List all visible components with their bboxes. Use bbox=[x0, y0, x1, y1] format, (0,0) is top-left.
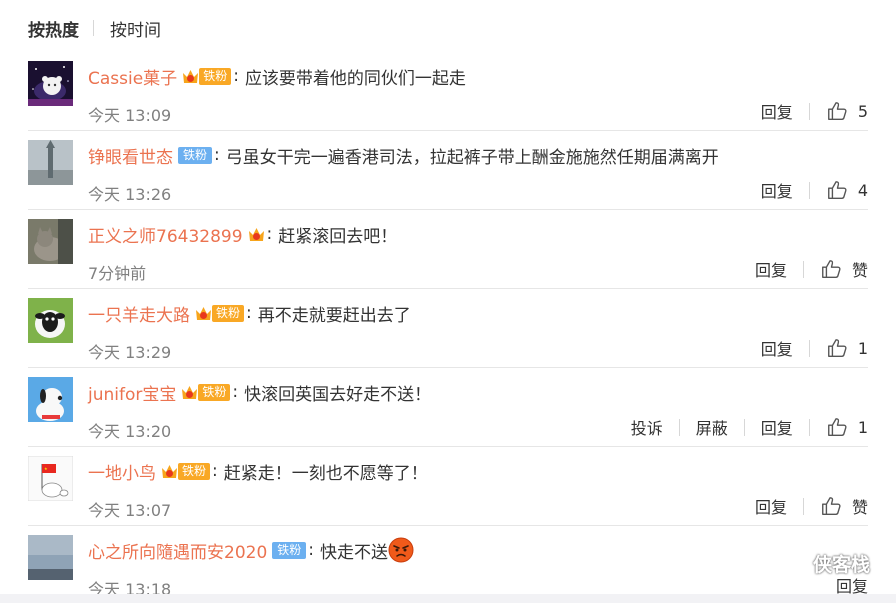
comment-text: 快滚回英国去好走不送！ bbox=[244, 384, 432, 405]
fan-badge: 铁粉 bbox=[178, 146, 213, 164]
thumbs-up-icon bbox=[827, 339, 847, 357]
fan-badge: 铁粉 bbox=[198, 383, 231, 401]
thumbs-up-icon bbox=[822, 260, 841, 278]
action-divider bbox=[678, 418, 680, 436]
comment-item: junifor宝宝 铁粉 : 快滚回英国去好走不送！ 今天 13:20 投诉 屏… bbox=[0, 368, 896, 447]
avatar[interactable]: ★ bbox=[28, 456, 73, 501]
like-count: 5 bbox=[857, 101, 868, 121]
comment-item: ★ 一地小鸟 铁粉 : 赶紧走！一刻也不愿等了！ 今天 13:07 回复 赞 bbox=[0, 447, 896, 526]
like-button[interactable]: 1 bbox=[826, 416, 868, 438]
comment-text: 再不走就要赶出去了 bbox=[257, 305, 411, 326]
user-badges: 铁粉 bbox=[178, 146, 213, 165]
reply-button[interactable]: 回复 bbox=[761, 99, 793, 123]
fan-badge: 铁粉 bbox=[212, 304, 245, 322]
thumbs-up-icon bbox=[822, 497, 841, 515]
action-divider bbox=[808, 102, 810, 120]
like-button[interactable]: 赞 bbox=[820, 494, 868, 518]
user-badges: 铁粉 bbox=[181, 383, 231, 402]
comment-item: 正义之师76432899 : 赶紧滚回去吧！ 7分钟前 回复 赞 bbox=[0, 210, 896, 289]
thumbs-up-icon bbox=[827, 102, 847, 120]
tab-by-time[interactable]: 按时间 bbox=[110, 16, 161, 41]
comment-time: 今天 13:07 bbox=[88, 501, 172, 520]
reply-button[interactable]: 回复 bbox=[761, 178, 793, 202]
sort-tabs: 按热度 按时间 bbox=[28, 15, 161, 41]
crown-icon bbox=[182, 385, 198, 399]
avatar[interactable] bbox=[28, 140, 73, 185]
avatar[interactable] bbox=[28, 298, 73, 343]
comment-username[interactable]: 一只羊走大路 bbox=[88, 301, 190, 326]
user-badges: 铁粉 bbox=[161, 462, 211, 481]
tab-divider bbox=[93, 20, 94, 36]
comment-text: 赶紧滚回去吧！ bbox=[278, 226, 398, 247]
action-divider bbox=[802, 260, 804, 278]
comment-time: 7分钟前 bbox=[88, 264, 147, 283]
comment-username[interactable]: Cassie菓子 bbox=[88, 64, 177, 89]
avatar[interactable] bbox=[28, 61, 73, 106]
comment-text: 弓虽女干完一遍香港司法，拉起裤子带上酬金施施然任期届满离开 bbox=[225, 147, 719, 168]
user-badges bbox=[248, 225, 265, 244]
comment-username[interactable]: 正义之师76432899 bbox=[88, 222, 243, 247]
like-count: 赞 bbox=[851, 498, 868, 517]
comment-username[interactable]: 心之所向隨遇而安2020 bbox=[88, 538, 267, 563]
comment-username[interactable]: 铮眼看世态 bbox=[88, 143, 173, 168]
like-button[interactable]: 1 bbox=[826, 337, 868, 359]
block-button[interactable]: 屏蔽 bbox=[696, 415, 728, 439]
action-divider bbox=[808, 339, 810, 357]
comment-time: 今天 13:09 bbox=[88, 106, 172, 125]
fan-badge: 铁粉 bbox=[199, 67, 232, 85]
like-button[interactable]: 4 bbox=[826, 179, 868, 201]
comment-username[interactable]: 一地小鸟 bbox=[88, 459, 156, 484]
reply-button[interactable]: 回复 bbox=[761, 336, 793, 360]
avatar[interactable] bbox=[28, 219, 73, 264]
comment-text: 赶紧走！一刻也不愿等了！ bbox=[223, 463, 428, 484]
watermark: 侠客栈 bbox=[774, 550, 870, 577]
svg-text:★: ★ bbox=[44, 466, 48, 471]
page-bottom-strip bbox=[0, 594, 896, 603]
crown-icon bbox=[183, 69, 199, 83]
avatar[interactable] bbox=[28, 377, 73, 422]
wechat-icon bbox=[774, 550, 806, 575]
like-count: 1 bbox=[857, 417, 868, 437]
tab-by-popularity[interactable]: 按热度 bbox=[28, 16, 79, 41]
comment-text: 快走不送 bbox=[320, 542, 389, 563]
action-divider bbox=[808, 181, 810, 199]
crown-icon bbox=[248, 227, 264, 241]
report-button[interactable]: 投诉 bbox=[631, 415, 663, 439]
like-button[interactable]: 赞 bbox=[820, 257, 868, 281]
reply-button[interactable]: 回复 bbox=[755, 257, 787, 281]
angry-face-emoji-icon bbox=[388, 537, 414, 563]
user-badges: 铁粉 bbox=[272, 541, 307, 560]
crown-icon bbox=[162, 464, 177, 478]
action-divider bbox=[808, 418, 810, 436]
action-divider bbox=[802, 497, 804, 515]
reply-button[interactable]: 回复 bbox=[761, 415, 793, 439]
comment-time: 今天 13:26 bbox=[88, 185, 172, 204]
comment-time: 今天 13:20 bbox=[88, 422, 172, 441]
comment-item: Cassie菓子 铁粉 : 应该要带着他的同伙们一起走 今天 13:09 回复 … bbox=[0, 52, 896, 131]
avatar[interactable] bbox=[28, 535, 73, 580]
comment-item: 一只羊走大路 铁粉 : 再不走就要赶出去了 今天 13:29 回复 1 bbox=[0, 289, 896, 368]
like-count: 1 bbox=[857, 338, 868, 358]
comment-text: 应该要带着他的同伙们一起走 bbox=[244, 68, 466, 89]
thumbs-up-icon bbox=[827, 418, 847, 436]
fan-badge: 铁粉 bbox=[272, 541, 307, 559]
like-button[interactable]: 5 bbox=[826, 100, 868, 122]
fan-badge: 铁粉 bbox=[178, 462, 211, 480]
like-count: 赞 bbox=[851, 261, 868, 280]
like-count: 4 bbox=[857, 180, 868, 200]
comment-time: 今天 13:29 bbox=[88, 343, 172, 362]
user-badges: 铁粉 bbox=[182, 67, 232, 86]
reply-button[interactable]: 回复 bbox=[755, 494, 787, 518]
comment-item: 铮眼看世态 铁粉 : 弓虽女干完一遍香港司法，拉起裤子带上酬金施施然任期届满离开… bbox=[0, 131, 896, 210]
comment-username[interactable]: junifor宝宝 bbox=[88, 380, 176, 405]
watermark-text: 侠客栈 bbox=[812, 554, 870, 576]
thumbs-up-icon bbox=[827, 181, 847, 199]
comment-item: 心之所向隨遇而安2020 铁粉 : 快走不送 今天 13:18 回复 bbox=[0, 526, 896, 599]
user-badges: 铁粉 bbox=[195, 304, 245, 323]
action-divider bbox=[743, 418, 745, 436]
crown-icon bbox=[196, 306, 211, 320]
